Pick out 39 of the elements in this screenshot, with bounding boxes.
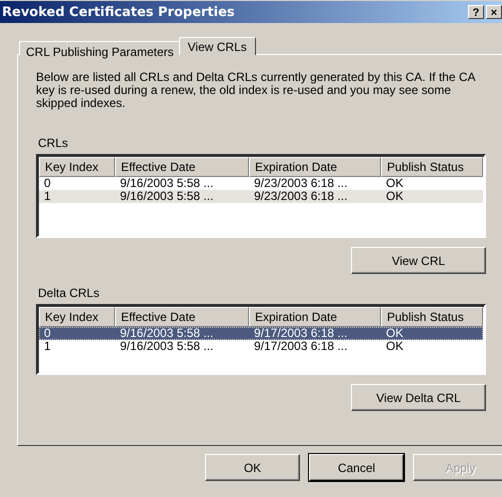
list-cell-text: 0 <box>43 177 52 190</box>
list-cell-text: OK <box>385 190 404 203</box>
column-header[interactable]: Expiration Date <box>249 157 381 177</box>
column-header[interactable]: Publish Status <box>381 157 483 177</box>
column-header[interactable]: Key Index <box>39 157 115 177</box>
column-header[interactable]: Effective Date <box>115 307 249 327</box>
section-label: Delta CRLs <box>38 286 100 300</box>
list-row[interactable]: 1 9/16/2003 5:58 ... 9/23/2003 6:18 ... OK <box>39 190 483 203</box>
column-header[interactable]: Expiration Date <box>249 307 381 327</box>
column-header[interactable]: Effective Date <box>115 157 249 177</box>
column-header[interactable]: Key Index <box>39 307 115 327</box>
dialog-button[interactable]: OK <box>205 454 300 481</box>
column-header[interactable]: Publish Status <box>381 307 483 327</box>
list-cell-text: OK <box>385 340 404 353</box>
list-cell-text: 9/16/2003 5:58 ... <box>119 177 214 190</box>
window-title: Revoked Certificates Properties <box>2 4 236 20</box>
list-view[interactable]: Key Index Effective Date Expiration Date Publish Status 0 9/16/2003 5:58 ... 9/23/2003 6:18 ... OK 1 9/16/2003 5:58 ... 9/23/2003 6:18 ... OK <box>36 154 486 238</box>
tab[interactable]: View CRLs <box>178 37 256 55</box>
list-cell-text: 9/17/2003 6:18 ... <box>253 340 348 353</box>
list-cell-text: 1 <box>43 340 52 353</box>
list-cell-text: 9/23/2003 6:18 ... <box>253 177 348 190</box>
list-cell-text: 9/16/2003 5:58 ... <box>119 327 214 340</box>
view-button[interactable]: View Delta CRL <box>351 384 486 411</box>
section-label: CRLs <box>38 136 68 150</box>
list-view[interactable]: Key Index Effective Date Expiration Date Publish Status 0 9/16/2003 5:58 ... 9/17/2003 6:18 ... OK 1 9/16/2003 5:58 ... 9/17/2003 6:18 ... OK <box>36 304 486 375</box>
list-cell-text: OK <box>385 177 404 190</box>
list-cell-text: 9/16/2003 5:58 ... <box>119 340 214 353</box>
list-cell-text: 1 <box>43 190 52 203</box>
list-cell-text: 0 <box>43 327 52 340</box>
help-button[interactable]: ? <box>468 5 484 19</box>
close-button[interactable]: × <box>486 5 502 19</box>
list-cell-text: 9/17/2003 6:18 ... <box>253 327 348 340</box>
view-button[interactable]: View CRL <box>351 247 486 274</box>
list-cell-text: 9/16/2003 5:58 ... <box>119 190 214 203</box>
list-cell-text: 9/23/2003 6:18 ... <box>253 190 348 203</box>
list-row[interactable]: 0 9/16/2003 5:58 ... 9/17/2003 6:18 ... OK <box>39 327 483 340</box>
list-cell-text: OK <box>385 327 404 340</box>
description-text: Below are listed all CRLs and Delta CRLs currently generated by this CA. If the CA key is re-used during a renew, the old index is re-used and you may see some skipped indexes. <box>36 71 476 110</box>
dialog-button[interactable]: Cancel <box>309 454 404 481</box>
